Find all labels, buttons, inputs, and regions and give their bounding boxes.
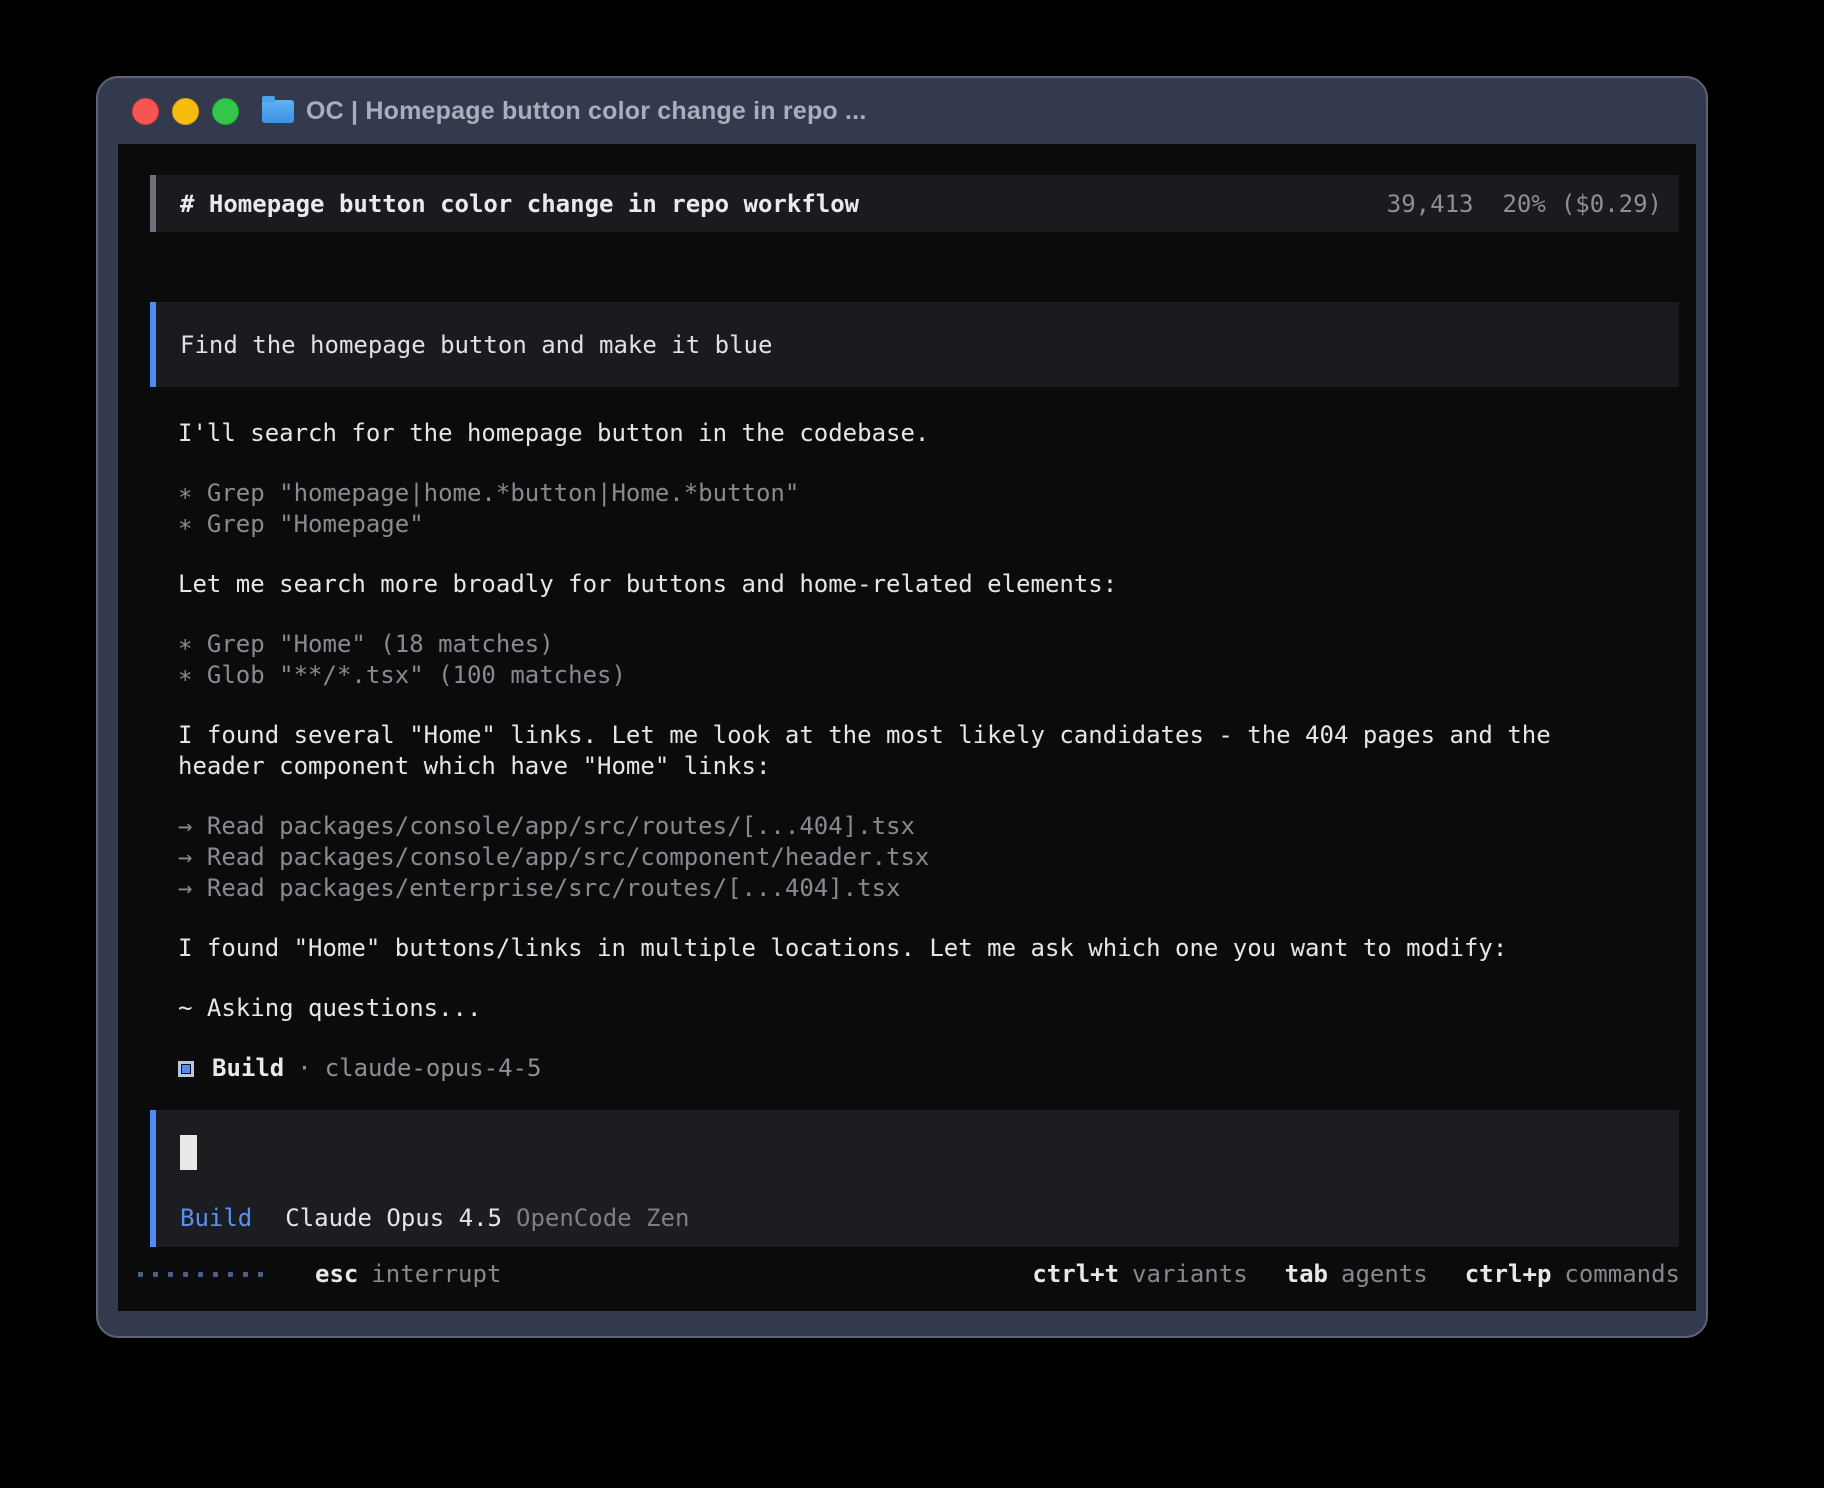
token-count: 39,413 [1387,190,1474,218]
assistant-status-text: ~ Asking questions... [178,993,1658,1024]
tool-call-line: ∗ Grep "homepage|home.*button|Home.*butt… [178,478,1658,509]
input-status-row: Build Claude Opus 4.5 OpenCode Zen [180,1204,1679,1232]
close-button[interactable] [132,98,159,125]
hint-key: ctrl+t [1032,1260,1119,1288]
build-agent-icon [178,1061,194,1077]
input-agent-badge[interactable]: Build [180,1204,252,1232]
spinner-dot [183,1272,188,1277]
tool-call-group: → Read packages/console/app/src/routes/[… [178,811,1658,904]
traffic-lights [132,98,239,125]
minimize-button[interactable] [172,98,199,125]
separator-dot: · [297,1053,311,1084]
tool-call-group: ∗ Grep "homepage|home.*button|Home.*butt… [178,478,1658,540]
session-cost: ($0.29) [1561,190,1662,218]
tool-call-group: ∗ Grep "Home" (18 matches) ∗ Glob "**/*.… [178,629,1658,691]
status-bar-left: esc interrupt [138,1260,501,1288]
transcript: I'll search for the homepage button in t… [178,418,1658,1084]
tool-call-line: ∗ Grep "Homepage" [178,509,1658,540]
hint-key: ctrl+p [1465,1260,1552,1288]
esc-label: interrupt [371,1260,501,1288]
spinner-dot [228,1272,233,1277]
spinner-dot [153,1272,158,1277]
assistant-text: I'll search for the homepage button in t… [178,418,1658,449]
user-message-panel: Find the homepage button and make it blu… [150,302,1679,387]
hint-commands: ctrl+p commands [1465,1260,1680,1288]
spinner-dot [258,1272,263,1277]
session-header: # Homepage button color change in repo w… [150,175,1679,232]
read-file-line: → Read packages/console/app/src/routes/[… [178,811,1658,842]
terminal-content: # Homepage button color change in repo w… [118,144,1696,1311]
user-message-text: Find the homepage button and make it blu… [180,331,772,359]
hint-label: variants [1132,1260,1248,1288]
session-title: # Homepage button color change in repo w… [180,190,859,218]
spinner-dot [138,1272,143,1277]
hint-variants: ctrl+t variants [1032,1260,1247,1288]
agent-status-row: Build · claude-opus-4-5 [178,1053,1658,1084]
hint-agents: tab agents [1285,1260,1428,1288]
agent-model-name: claude-opus-4-5 [325,1053,542,1084]
read-file-line: → Read packages/console/app/src/componen… [178,842,1658,873]
tool-call-line: ∗ Glob "**/*.tsx" (100 matches) [178,660,1658,691]
hint-label: commands [1564,1260,1680,1288]
esc-key: esc [315,1260,358,1288]
spinner-dot [168,1272,173,1277]
agent-name: Build [212,1053,284,1084]
text-cursor [180,1135,197,1170]
folder-icon [262,100,294,123]
keyboard-hints: ctrl+t variants tab agents ctrl+p comman… [995,1260,1680,1288]
hint-label: agents [1341,1260,1428,1288]
assistant-text: I found "Home" buttons/links in multiple… [178,933,1658,964]
spinner-dots [138,1272,263,1277]
spinner-dot [213,1272,218,1277]
session-stats: 39,413 20% ($0.29) [1387,190,1662,218]
terminal-window: OC | Homepage button color change in rep… [96,76,1708,1338]
assistant-text: Let me search more broadly for buttons a… [178,569,1658,600]
spinner-dot [243,1272,248,1277]
read-file-line: → Read packages/enterprise/src/routes/[.… [178,873,1658,904]
spinner-dot [198,1272,203,1277]
titlebar: OC | Homepage button color change in rep… [98,78,1706,144]
input-provider-name: OpenCode Zen [516,1204,689,1232]
hint-key: tab [1285,1260,1328,1288]
input-model-name[interactable]: Claude Opus 4.5 [285,1204,502,1232]
window-title: OC | Homepage button color change in rep… [306,97,866,126]
zoom-button[interactable] [212,98,239,125]
context-percent: 20% [1502,190,1545,218]
status-bar: esc interrupt ctrl+t variants tab agents… [118,1257,1696,1291]
prompt-input-panel[interactable]: Build Claude Opus 4.5 OpenCode Zen [150,1110,1679,1247]
tool-call-line: ∗ Grep "Home" (18 matches) [178,629,1658,660]
assistant-text: I found several "Home" links. Let me loo… [178,720,1658,782]
